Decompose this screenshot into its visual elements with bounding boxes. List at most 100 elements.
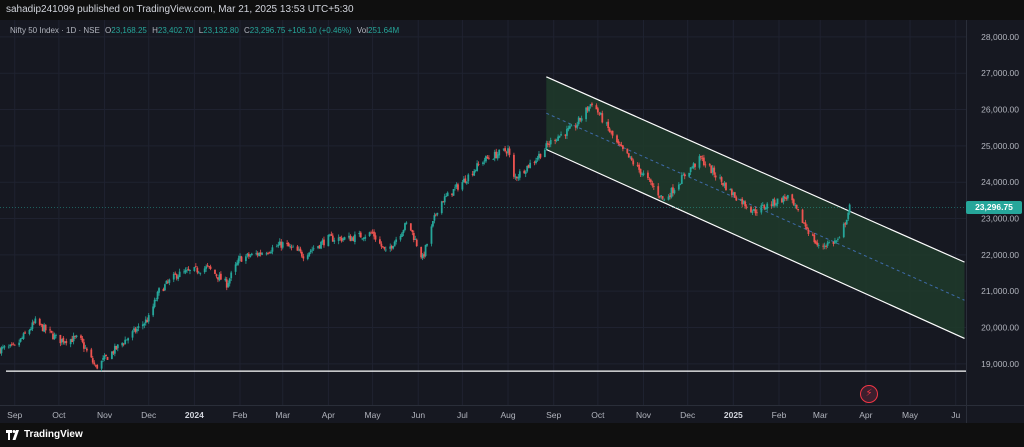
- tradingview-logo-icon: [6, 430, 19, 440]
- candle-body: [847, 212, 850, 220]
- price-tick-label: 27,000.00: [981, 68, 1019, 78]
- candle-body: [155, 299, 157, 301]
- candle-body: [143, 323, 146, 326]
- candle-body: [343, 237, 346, 240]
- time-tick-label: Jun: [411, 410, 425, 420]
- candle-body: [657, 186, 660, 196]
- candle-body: [611, 130, 614, 136]
- candle-body: [402, 230, 405, 233]
- candle-body: [766, 203, 769, 209]
- candle-body: [353, 234, 356, 242]
- candle-body: [816, 242, 819, 246]
- candle-body: [44, 324, 47, 331]
- candle-body: [214, 269, 216, 274]
- candle-body: [828, 242, 830, 244]
- candle-body: [38, 318, 41, 325]
- candle-body: [50, 330, 53, 333]
- time-axis[interactable]: Sep Oct Nov Dec 2024 Feb Mar Apr May Jun Jul Aug Sep…: [0, 405, 966, 424]
- candle-body: [535, 160, 537, 164]
- candle-body: [327, 234, 330, 247]
- candle-body: [679, 184, 682, 185]
- candle-body: [306, 255, 309, 259]
- candle-body: [131, 331, 134, 338]
- candle-body: [270, 251, 272, 254]
- candle-body: [524, 171, 527, 174]
- candle-body: [566, 128, 568, 136]
- candle-body: [848, 204, 851, 213]
- candle-body: [720, 177, 723, 182]
- candle-body: [30, 328, 32, 331]
- candle-body: [836, 239, 839, 240]
- candle-body: [698, 156, 701, 168]
- candle-body: [755, 212, 758, 214]
- candle-body: [395, 239, 398, 242]
- time-tick-label: May: [365, 410, 382, 420]
- candle-body: [795, 204, 798, 209]
- candle-body: [311, 249, 314, 251]
- candle-body: [430, 226, 433, 244]
- time-tick-label: Dec: [141, 410, 157, 420]
- candle-body: [156, 291, 159, 300]
- candle-body: [379, 239, 381, 244]
- candle-body: [632, 160, 635, 165]
- candle-body: [725, 182, 727, 191]
- candle-body: [164, 284, 166, 291]
- candle-body: [250, 253, 253, 256]
- candle-body: [688, 172, 691, 177]
- time-tick-label: Sep: [7, 410, 22, 420]
- candle-body: [275, 246, 278, 248]
- time-tick-label: Aug: [500, 410, 515, 420]
- candle-body: [424, 245, 427, 257]
- price-tick-label: 22,000.00: [981, 250, 1019, 260]
- time-tick-label: Apr: [859, 410, 872, 420]
- candle-body: [580, 118, 583, 121]
- candle-body: [12, 343, 15, 345]
- candle-body: [713, 167, 716, 175]
- time-tick-label: Sep: [546, 410, 561, 420]
- candle-body: [93, 362, 96, 365]
- lightning-event-icon[interactable]: ⚡: [860, 385, 878, 403]
- candle-body: [34, 318, 37, 324]
- candle-body: [81, 338, 84, 342]
- candle-body: [100, 360, 103, 369]
- candle-body: [292, 246, 294, 248]
- volume-label: Vol: [356, 26, 369, 35]
- candle-body: [237, 258, 240, 264]
- candle-body: [261, 253, 264, 255]
- candle-body: [661, 196, 664, 199]
- candle-body: [83, 342, 85, 349]
- candle-body: [700, 155, 702, 158]
- candle-body: [457, 184, 459, 190]
- candle-body: [626, 148, 629, 154]
- candle-body: [817, 245, 820, 246]
- candle-body: [825, 246, 828, 247]
- price-tick-label: 28,000.00: [981, 32, 1019, 42]
- candle-body: [440, 201, 443, 214]
- candle-body: [189, 269, 191, 272]
- candle-body: [84, 347, 87, 349]
- candle-body: [136, 328, 138, 332]
- candle-body: [124, 339, 127, 345]
- candle-body: [281, 242, 284, 248]
- candle-body: [287, 243, 290, 247]
- candle-body: [380, 243, 383, 247]
- candle-body: [513, 154, 515, 177]
- candle-body: [607, 121, 610, 129]
- candle-body: [234, 264, 237, 272]
- candle-body: [452, 188, 455, 196]
- candle-body: [85, 348, 88, 351]
- candle-body: [596, 108, 599, 113]
- candle-body: [312, 248, 315, 250]
- candle-body: [477, 164, 480, 166]
- candle-body: [0, 347, 3, 354]
- candle-body: [19, 338, 22, 342]
- candle-body: [467, 174, 470, 182]
- candle-body: [249, 255, 252, 257]
- candle-body: [80, 335, 82, 338]
- candle-body: [178, 271, 181, 278]
- plot-area[interactable]: [0, 20, 966, 405]
- candle-body: [203, 268, 206, 273]
- candle-body: [96, 364, 99, 369]
- candle-body: [518, 171, 521, 178]
- candle-body: [838, 237, 841, 239]
